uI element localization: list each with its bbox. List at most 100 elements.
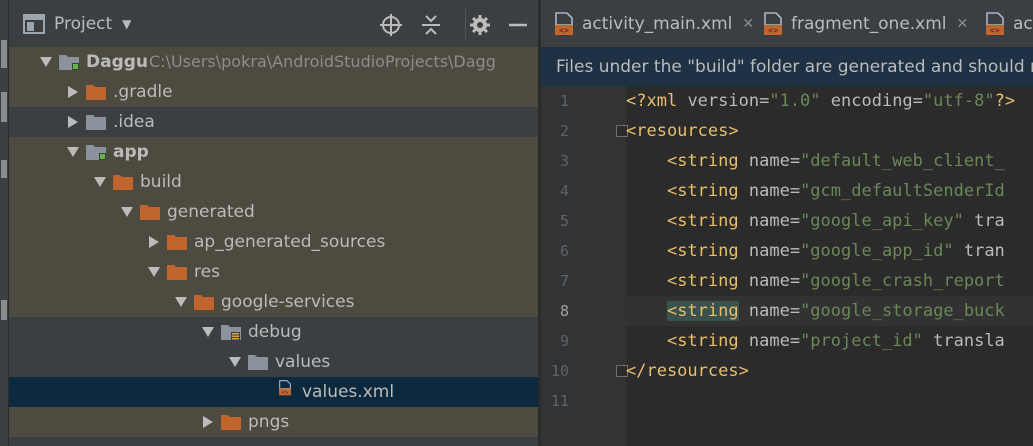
- tree-item[interactable]: .idea: [9, 107, 538, 137]
- tool-window-tab[interactable]: [1, 160, 7, 178]
- code-line[interactable]: <string name="project_id" transla: [626, 326, 1033, 356]
- tree-item-label: generated: [167, 202, 255, 222]
- xml-file-icon: <>: [279, 380, 291, 396]
- code-line[interactable]: <?xml version="1.0" encoding="utf-8"?>: [626, 86, 1033, 116]
- expanded-arrow-icon[interactable]: [39, 47, 53, 77]
- minimize-icon: [509, 23, 527, 27]
- tree-item-label: .gradle: [113, 82, 173, 102]
- svg-text:<>: <>: [282, 390, 288, 396]
- expanded-arrow-icon[interactable]: [201, 317, 215, 347]
- tree-item[interactable]: pngs: [9, 407, 538, 437]
- tree-item-label: pngs: [248, 412, 290, 432]
- tree-item-label: values.xml: [302, 382, 395, 402]
- project-view-selector[interactable]: Project ▼: [23, 13, 131, 35]
- expanded-arrow-icon[interactable]: [147, 257, 161, 287]
- line-number-gutter[interactable]: 1 2 3 4 5 6 7 8 9 10 11: [541, 86, 628, 446]
- tree-item[interactable]: ap_generated_sources: [9, 227, 538, 257]
- line-number: 4: [559, 182, 569, 200]
- xml-file-icon: <>: [555, 11, 573, 35]
- code-editor[interactable]: <?xml version="1.0" encoding="utf-8"?> <r…: [626, 86, 1033, 446]
- hide-panel-button[interactable]: [506, 13, 530, 37]
- folder-icon: [140, 205, 160, 220]
- tab-partial[interactable]: <> act: [985, 0, 1033, 47]
- tree-item[interactable]: values: [9, 347, 538, 377]
- crosshair-icon: [380, 14, 402, 36]
- tool-window-tab[interactable]: [1, 92, 7, 122]
- line-number: 3: [559, 152, 569, 170]
- folder-icon: [167, 235, 187, 250]
- tree-item[interactable]: debug: [9, 317, 538, 347]
- tool-window-tab[interactable]: [1, 40, 7, 68]
- tab-fragment-one[interactable]: <> fragment_one.xml ✕: [763, 0, 968, 47]
- project-panel-title: Project: [54, 14, 113, 34]
- module-folder-icon: [59, 55, 79, 70]
- tree-item[interactable]: res: [9, 257, 538, 287]
- tool-window-tab[interactable]: [1, 300, 7, 320]
- project-panel-header: Project ▼: [9, 0, 538, 47]
- code-line[interactable]: </resources>: [626, 356, 1033, 386]
- tool-window-strip: [0, 0, 9, 446]
- line-number: 10: [550, 362, 569, 380]
- line-number: 8: [559, 302, 569, 320]
- code-line[interactable]: <string name="gcm_defaultSenderId: [626, 176, 1033, 206]
- tree-item-label: Daggu: [86, 52, 149, 72]
- expanded-arrow-icon[interactable]: [174, 287, 188, 317]
- folder-icon: [86, 115, 106, 130]
- svg-text:<>: <>: [559, 26, 569, 35]
- settings-button[interactable]: [468, 13, 492, 37]
- collapse-all-icon: [422, 15, 440, 35]
- tree-item-label: ap_generated_sources: [194, 232, 386, 252]
- resource-folder-icon: [221, 325, 241, 340]
- gear-icon: [470, 15, 490, 35]
- line-number: 2: [559, 122, 569, 140]
- expanded-arrow-icon[interactable]: [228, 347, 242, 377]
- tree-item[interactable]: generated: [9, 197, 538, 227]
- tree-item[interactable]: Daggu C:\Users\pokra\AndroidStudioProject…: [9, 47, 538, 77]
- tree-item-label: google-services: [221, 292, 355, 312]
- banner-text: Files under the "build" folder are gener…: [556, 57, 1033, 77]
- close-icon[interactable]: ✕: [742, 16, 754, 32]
- tree-item[interactable]: build: [9, 167, 538, 197]
- expanded-arrow-icon[interactable]: [66, 137, 80, 167]
- code-line[interactable]: <string name="google_app_id" tran: [626, 236, 1033, 266]
- tree-item-label: .idea: [113, 112, 155, 132]
- folder-icon: [221, 415, 241, 430]
- editor-tab-bar: <> activity_main.xml ✕ <> fragment_one.x…: [541, 0, 1033, 47]
- expanded-arrow-icon[interactable]: [93, 167, 107, 197]
- code-line[interactable]: <string name="default_web_client_: [626, 146, 1033, 176]
- code-line[interactable]: <resources>: [626, 116, 1033, 146]
- line-number: 11: [550, 392, 569, 410]
- collapsed-arrow-icon[interactable]: [201, 407, 215, 437]
- folder-icon: [86, 85, 106, 100]
- project-window-icon: [23, 14, 45, 34]
- code-line[interactable]: <string name="google_crash_report: [626, 266, 1033, 296]
- xml-file-icon: <>: [764, 11, 782, 35]
- code-line[interactable]: <string name="google_api_key" tra: [626, 206, 1033, 236]
- tab-label: activity_main.xml: [582, 13, 733, 34]
- tree-item[interactable]: google-services: [9, 287, 538, 317]
- tree-item-label: values: [275, 352, 331, 372]
- chevron-down-icon[interactable]: ▼: [122, 17, 131, 31]
- tree-item[interactable]: .gradle: [9, 77, 538, 107]
- expanded-arrow-icon[interactable]: [120, 197, 134, 227]
- collapsed-arrow-icon[interactable]: [147, 227, 161, 257]
- tab-label: fragment_one.xml: [791, 13, 947, 34]
- folder-icon: [248, 355, 268, 370]
- collapsed-arrow-icon[interactable]: [66, 77, 80, 107]
- tree-item-label: debug: [248, 322, 302, 342]
- collapsed-arrow-icon[interactable]: [66, 107, 80, 137]
- line-number: 1: [559, 92, 569, 110]
- tab-activity-main[interactable]: <> activity_main.xml ✕: [554, 0, 754, 47]
- tree-item[interactable]: app: [9, 137, 538, 167]
- tree-item[interactable]: <> values.xml: [9, 377, 538, 407]
- line-number: 7: [559, 272, 569, 290]
- project-tree: Daggu C:\Users\pokra\AndroidStudioProject…: [9, 47, 538, 437]
- tab-label: act: [1013, 13, 1033, 34]
- locate-file-button[interactable]: [379, 13, 403, 37]
- code-line[interactable]: <string name="google_storage_buck: [626, 296, 1033, 326]
- code-line[interactable]: [626, 386, 1033, 416]
- collapse-all-button[interactable]: [419, 13, 443, 37]
- line-number: 9: [559, 332, 569, 350]
- tree-item-label: app: [113, 142, 149, 162]
- close-icon[interactable]: ✕: [957, 16, 969, 32]
